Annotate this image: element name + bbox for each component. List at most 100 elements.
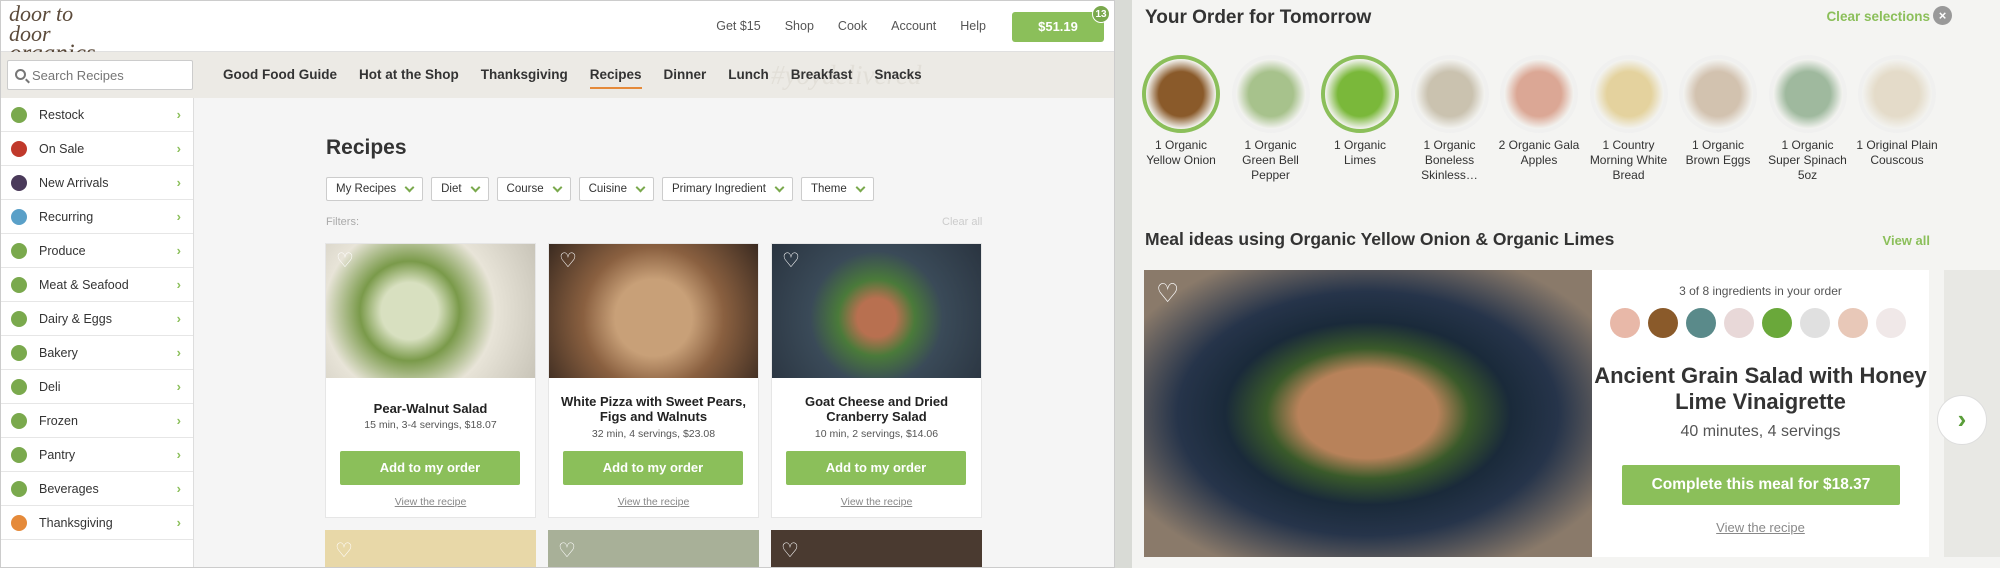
nav-account[interactable]: Account	[891, 19, 936, 33]
order-item-image[interactable]	[1142, 55, 1220, 133]
sidebar-item[interactable]: Produce ›	[1, 234, 193, 268]
order-item[interactable]: 1 Original Plain Couscous	[1856, 55, 1938, 168]
filter-my-recipes[interactable]: My Recipes	[326, 177, 424, 201]
search-input[interactable]	[32, 65, 187, 85]
order-item[interactable]: 1 Organic Limes	[1319, 55, 1401, 168]
order-item[interactable]: 1 Organic Boneless Skinless…	[1409, 55, 1491, 183]
cart-button[interactable]: $51.19 13	[1012, 5, 1110, 42]
catnav-thanksgiving[interactable]: Thanksgiving	[481, 67, 568, 89]
sidebar-item[interactable]: Deli ›	[1, 370, 193, 404]
catnav-recipes[interactable]: Recipes	[589, 67, 642, 89]
order-item[interactable]: 2 Organic Gala Apples	[1498, 55, 1580, 168]
nav-shop[interactable]: Shop	[785, 19, 814, 33]
order-item-image[interactable]	[1500, 55, 1578, 133]
page-title: Recipes	[326, 136, 407, 159]
order-item-image[interactable]	[1231, 55, 1310, 133]
nav-cook[interactable]: Cook	[838, 19, 867, 33]
heart-icon[interactable]: ♡	[558, 538, 576, 563]
heart-icon[interactable]: ♡	[336, 251, 356, 271]
sidebar-item[interactable]: Pantry ›	[1, 438, 193, 472]
recipe-image[interactable]	[772, 244, 981, 378]
order-item[interactable]: 1 Organic Green Bell Pepper	[1230, 55, 1312, 183]
recipe-title[interactable]: Goat Cheese and Dried Cranberry Salad	[780, 394, 973, 424]
chevron-right-icon[interactable]: ›	[1937, 395, 1987, 445]
meal-ideas-heading: Meal ideas using Organic Yellow Onion & …	[1145, 229, 1615, 249]
chevron-right-icon: ›	[176, 209, 181, 224]
view-all-link[interactable]: View all	[1883, 233, 1930, 248]
chevron-right-icon: ›	[176, 447, 181, 462]
search-box[interactable]	[7, 60, 193, 90]
recipe-meta: 10 min, 2 servings, $14.06	[814, 428, 939, 440]
sidebar-item[interactable]: Restock ›	[1, 98, 193, 132]
order-item[interactable]: 1 Organic Brown Eggs	[1677, 55, 1759, 168]
recipe-image[interactable]	[549, 244, 758, 378]
recipe-card-partial[interactable]: ♡	[771, 530, 982, 567]
order-item-image[interactable]	[1679, 55, 1757, 133]
sidebar-item[interactable]: Recurring ›	[1, 200, 193, 234]
order-item-image[interactable]	[1589, 55, 1668, 133]
close-icon[interactable]: ×	[1933, 6, 1952, 25]
sidebar-item[interactable]: On Sale ›	[1, 132, 193, 166]
cart-count-badge: 13	[1092, 5, 1110, 23]
clear-selections-link[interactable]: Clear selections	[1826, 9, 1930, 24]
ingredient-thumbnail	[1724, 308, 1754, 338]
recipe-card-partial[interactable]: ♡	[325, 530, 536, 567]
sidebar-item-label: Pantry	[39, 447, 76, 462]
filter-theme[interactable]: Theme	[800, 177, 874, 201]
sidebar-item[interactable]: New Arrivals ›	[1, 166, 193, 200]
sidebar-item[interactable]: Bakery ›	[1, 336, 193, 370]
meal-name[interactable]: Ancient Grain Salad with Honey Lime Vina…	[1592, 363, 1929, 415]
order-item[interactable]: 1 Organic Yellow Onion	[1140, 55, 1222, 168]
order-item-label: 1 Organic Green Bell Pepper	[1242, 138, 1299, 182]
clear-all-link[interactable]: Clear all	[942, 216, 982, 228]
order-item-image[interactable]	[1768, 55, 1847, 133]
order-item-image[interactable]	[1321, 55, 1399, 133]
recipe-image[interactable]	[326, 244, 535, 378]
sidebar-item[interactable]: Dairy & Eggs ›	[1, 302, 193, 336]
add-to-order-button[interactable]: Add to my order	[786, 451, 966, 485]
filter-cuisine[interactable]: Cuisine	[578, 177, 654, 201]
nav-get15[interactable]: Get $15	[716, 19, 760, 33]
catnav-dinner[interactable]: Dinner	[664, 67, 707, 89]
chevron-right-icon: ›	[176, 277, 181, 292]
catnav-lunch[interactable]: Lunch	[728, 67, 769, 89]
view-recipe-link[interactable]: View the recipe	[772, 496, 981, 508]
sidebar-item[interactable]: Meat & Seafood ›	[1, 268, 193, 302]
view-recipe-link[interactable]: View the recipe	[1592, 520, 1929, 535]
heart-icon[interactable]: ♡	[1156, 278, 1179, 309]
view-recipe-link[interactable]: View the recipe	[549, 496, 758, 508]
category-icon	[11, 514, 27, 531]
order-items: 1 Organic Yellow Onion 1 Organic Green Be…	[1140, 55, 2000, 195]
sidebar-item[interactable]: Thanksgiving ›	[1, 506, 193, 540]
filter-dropdowns: My Recipes Diet Course Cuisine Primary I…	[326, 177, 874, 201]
filter-course[interactable]: Course	[496, 177, 571, 201]
logo[interactable]: door to door organics	[9, 3, 104, 67]
catnav-snacks[interactable]: Snacks	[874, 67, 921, 89]
order-item[interactable]: 1 Country Morning White Bread	[1588, 55, 1670, 183]
filter-diet[interactable]: Diet	[431, 177, 489, 201]
heart-icon[interactable]: ♡	[335, 538, 353, 563]
recipe-title[interactable]: Pear-Walnut Salad	[334, 401, 527, 416]
catnav-breakfast[interactable]: Breakfast	[791, 67, 853, 89]
recipe-card-partial[interactable]: ♡	[548, 530, 759, 567]
sidebar-item[interactable]: Beverages ›	[1, 472, 193, 506]
catnav-good-food-guide[interactable]: Good Food Guide	[223, 67, 337, 89]
order-item-image[interactable]	[1858, 55, 1936, 133]
complete-meal-button[interactable]: Complete this meal for $18.37	[1622, 465, 1900, 505]
add-to-order-button[interactable]: Add to my order	[340, 451, 520, 485]
recipe-title[interactable]: White Pizza with Sweet Pears, Figs and W…	[557, 394, 750, 424]
meal-photo[interactable]	[1144, 270, 1592, 557]
order-item-image[interactable]	[1410, 55, 1489, 133]
order-item[interactable]: 1 Organic Super Spinach 5oz	[1767, 55, 1849, 183]
filter-primary-ingredient[interactable]: Primary Ingredient	[661, 177, 793, 201]
nav-help[interactable]: Help	[960, 19, 986, 33]
sidebar-item[interactable]: Frozen ›	[1, 404, 193, 438]
add-to-order-button[interactable]: Add to my order	[563, 451, 743, 485]
sidebar-item-label: Produce	[39, 243, 86, 258]
heart-icon[interactable]: ♡	[559, 251, 579, 271]
view-recipe-link[interactable]: View the recipe	[326, 496, 535, 508]
order-item-label: 1 Organic Yellow Onion	[1146, 138, 1216, 167]
catnav-hot-at-the-shop[interactable]: Hot at the Shop	[359, 67, 459, 89]
heart-icon[interactable]: ♡	[782, 251, 802, 271]
heart-icon[interactable]: ♡	[781, 538, 799, 563]
